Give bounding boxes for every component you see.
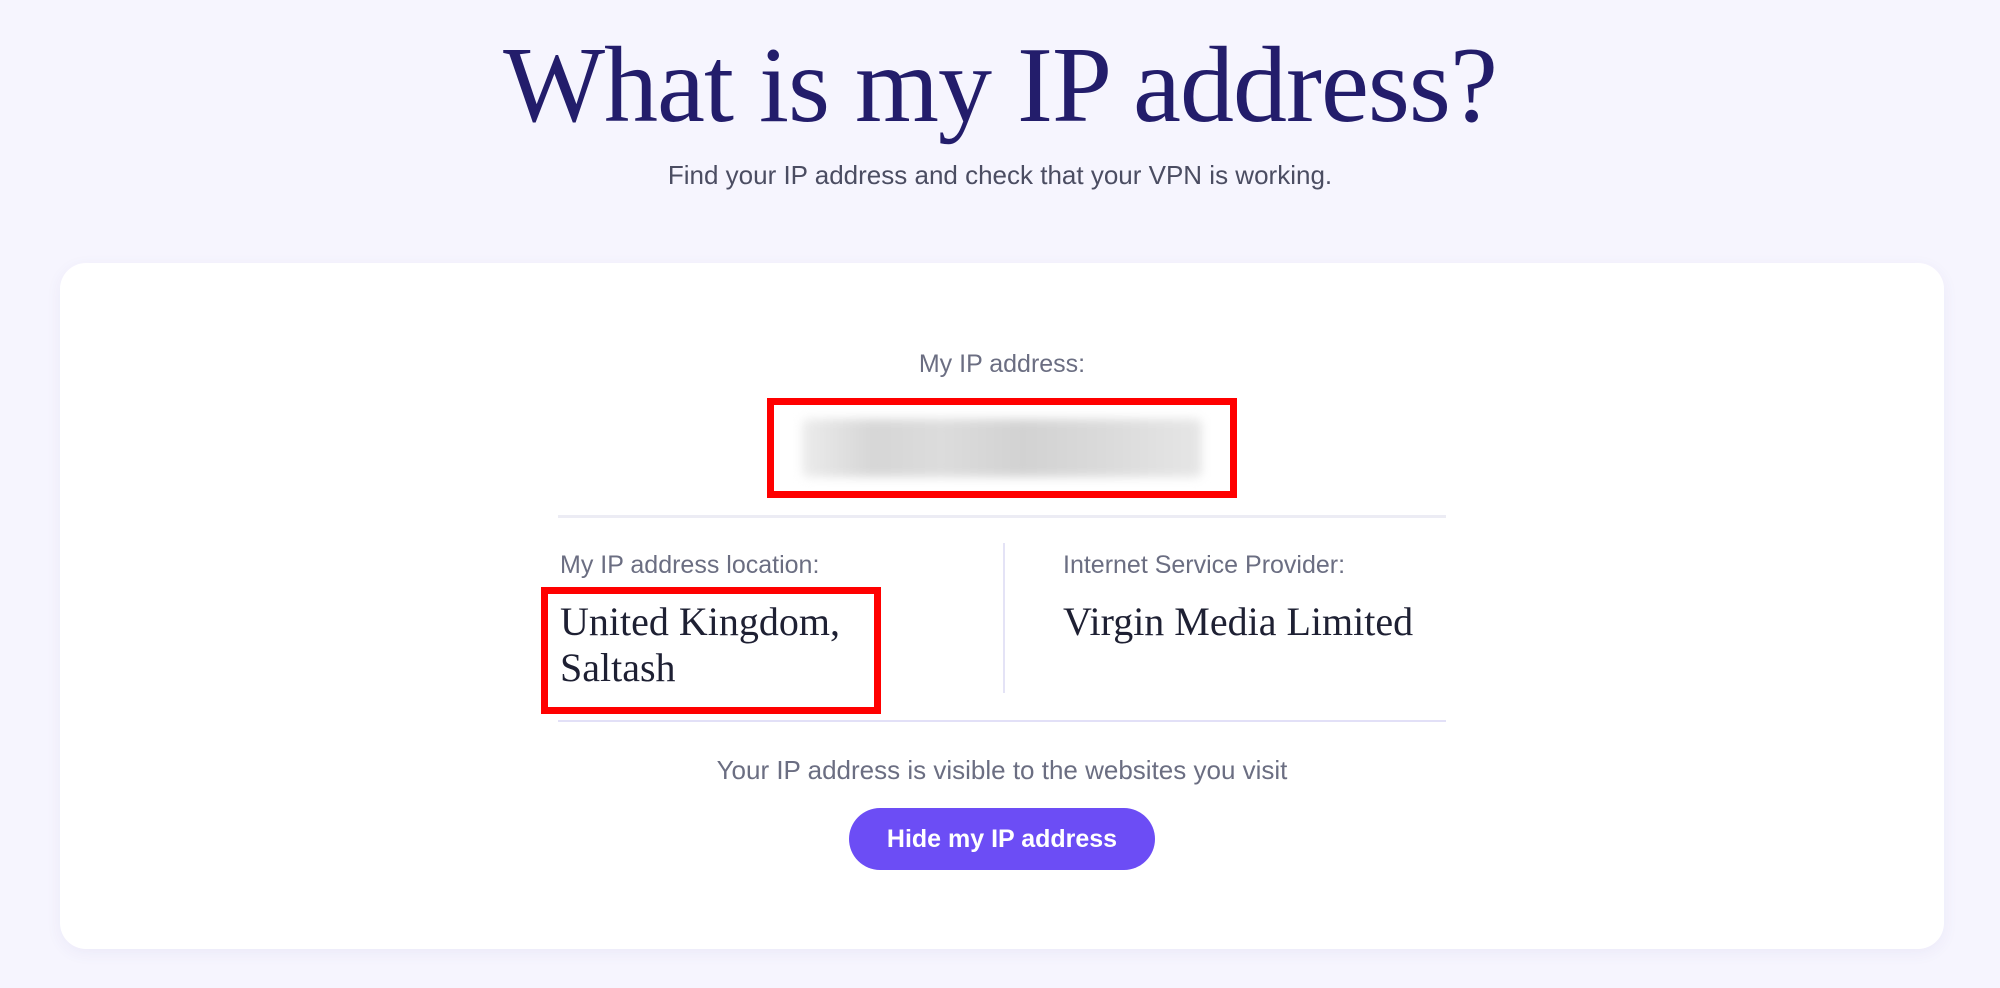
isp-label: Internet Service Provider: — [1063, 551, 1346, 579]
ip-info-card: My IP address: My IP address location: U… — [60, 263, 1944, 949]
isp-value: Virgin Media Limited — [1063, 599, 1414, 644]
divider-vertical — [1003, 543, 1005, 693]
visibility-note: Your IP address is visible to the websit… — [716, 755, 1288, 785]
page-subtitle: Find your IP address and check that your… — [667, 160, 1333, 190]
ip-location-value: United Kingdom, Saltash — [560, 599, 890, 691]
ip-location-label: My IP address location: — [560, 551, 820, 579]
ip-address-highlight-box — [767, 398, 1237, 498]
ip-address-value-blurred[interactable] — [802, 419, 1202, 477]
divider-bottom — [558, 720, 1446, 722]
ip-address-label: My IP address: — [918, 350, 1086, 378]
page-title: What is my IP address? — [503, 26, 1498, 145]
divider-top — [558, 515, 1446, 518]
ip-location-city: Saltash — [560, 645, 676, 690]
hide-ip-button[interactable]: Hide my IP address — [849, 808, 1155, 870]
ip-location-country: United Kingdom, — [560, 599, 840, 644]
